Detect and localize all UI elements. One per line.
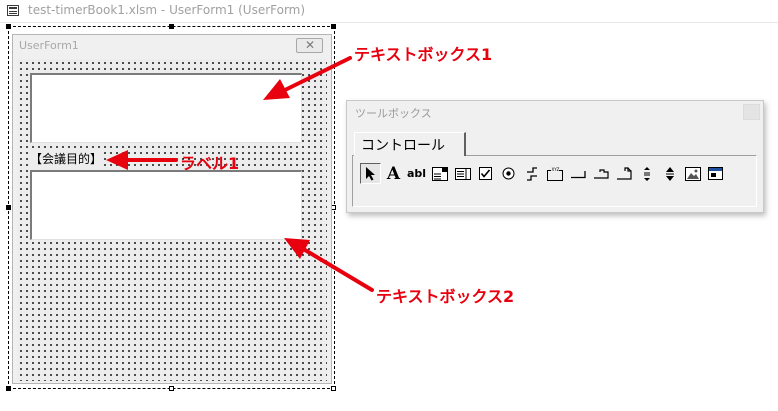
label1[interactable]: 【会議目的】 — [30, 150, 105, 166]
optionbutton-tool[interactable] — [498, 163, 519, 184]
spin-button-icon — [665, 166, 674, 181]
svg-text:XYZ: XYZ — [551, 167, 559, 172]
tabstrip-tool[interactable] — [590, 163, 611, 184]
toggle-button-icon — [526, 166, 537, 181]
scrollbar-icon — [643, 166, 650, 181]
frame-icon: XYZ — [546, 167, 563, 181]
resize-handle-middle-left[interactable] — [6, 205, 11, 210]
toolbox-close-button[interactable] — [743, 104, 760, 120]
resize-handle-top-left[interactable] — [6, 24, 11, 29]
checkbox-tool[interactable] — [475, 163, 496, 184]
userform-close-button[interactable]: ✕ — [296, 38, 323, 53]
refedit-tool[interactable] — [705, 163, 726, 184]
togglebutton-tool[interactable] — [521, 163, 542, 184]
resize-handle-bottom-right[interactable] — [331, 386, 336, 391]
image-icon — [684, 166, 701, 181]
checkbox-icon — [479, 167, 492, 180]
userform-window-icon — [7, 5, 19, 16]
spinbutton-tool[interactable] — [659, 163, 680, 184]
commandbutton-tool[interactable] — [567, 163, 588, 184]
close-icon: ✕ — [305, 38, 316, 52]
userform-title: UserForm1 — [19, 39, 79, 52]
select-objects-tool[interactable] — [360, 163, 381, 184]
textbox-tool[interactable]: abl — [406, 163, 427, 184]
resize-handle-bottom-left[interactable] — [6, 386, 11, 391]
toolbox-tools: A abl XYZ — [360, 163, 726, 185]
toolbox-title: ツールボックス — [355, 107, 432, 120]
toolbox-window[interactable]: ツールボックス コントロール A abl XYZ — [346, 100, 764, 213]
image-tool[interactable] — [682, 163, 703, 184]
refedit-icon — [708, 167, 723, 180]
tab-controls-label: コントロール — [361, 138, 445, 154]
combobox-icon — [431, 166, 448, 181]
annotation-textbox2: テキストボックス2 — [376, 287, 515, 306]
pointer-icon — [365, 167, 375, 181]
combobox-tool[interactable] — [429, 163, 450, 184]
scrollbar-tool[interactable] — [636, 163, 657, 184]
window-title: test-timerBook1.xlsm - UserForm1 (UserFo… — [28, 3, 306, 17]
resize-handle-top-center[interactable] — [169, 24, 174, 29]
window-title-bar: test-timerBook1.xlsm - UserForm1 (UserFo… — [0, 0, 778, 23]
resize-handle-top-right[interactable] — [331, 24, 336, 29]
option-button-icon — [502, 167, 515, 180]
userform-title-bar: UserForm1 ✕ — [13, 35, 331, 57]
resize-handle-bottom-center[interactable] — [169, 386, 174, 391]
multipage-tool[interactable] — [613, 163, 634, 184]
frame-tool[interactable]: XYZ — [544, 163, 565, 184]
label-tool[interactable]: A — [383, 163, 404, 184]
tab-controls[interactable]: コントロール — [354, 132, 466, 156]
textbox2[interactable] — [30, 170, 302, 240]
command-button-icon — [570, 170, 586, 178]
multipage-icon — [616, 166, 632, 180]
textbox1[interactable] — [30, 73, 302, 143]
annotation-textbox1: テキストボックス1 — [354, 45, 493, 64]
annotation-label1: ラベル1 — [180, 154, 240, 173]
textbox-tool-glyph: abl — [406, 167, 427, 180]
listbox-tool[interactable] — [452, 163, 473, 184]
label-tool-glyph: A — [386, 163, 401, 184]
tabstrip-icon — [593, 168, 609, 179]
listbox-icon — [454, 167, 471, 180]
